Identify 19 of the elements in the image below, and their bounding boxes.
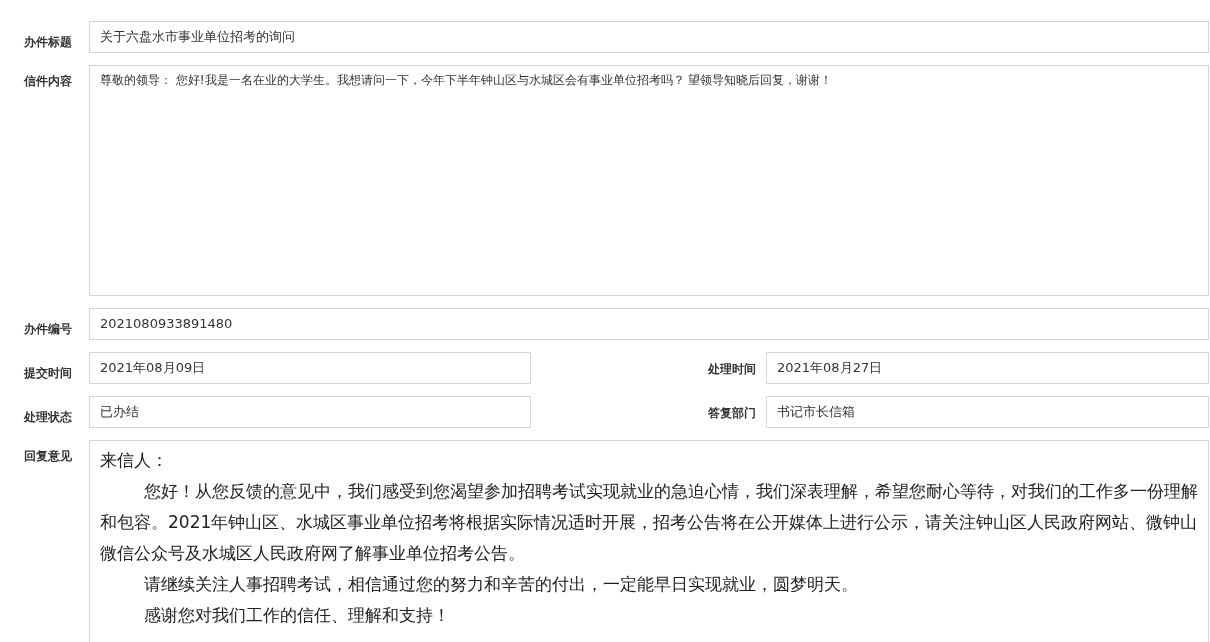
text-field[interactable]: 关于六盘水市事业单位招考的询问 [89, 21, 1209, 53]
reply-paragraph: 您好！从您反馈的意见中，我们感受到您渴望参加招聘考试实现就业的急迫心情，我们深表理解，希望您耐心等待，对我们的工作多一份理解和包容。2021年钟山区、水城区事业单位招考将根据实际情况适时开展，招考公告将在公开媒体上进行公示，请关注钟山区人民政府网站、微钟山微信公众号及水城区人民政府网了解事业单位招考公告。 [100, 480, 1200, 565]
field-label: 回复意见 [24, 449, 72, 463]
field-label: 办件标题 [24, 35, 72, 49]
text-field[interactable]: 2021年08月09日 [89, 352, 531, 384]
letter-textarea[interactable]: 尊敬的领导： 您好!我是一名在业的大学生。我想请问一下，今年下半年钟山区与水城区会有事业单位招考吗？ 望领导知晓后回复，谢谢！ [89, 65, 1209, 296]
field-label: 答复部门 [708, 405, 756, 422]
text-field[interactable]: 2021年08月27日 [766, 352, 1209, 384]
text-field[interactable]: 已办结 [89, 396, 531, 428]
reply-paragraph: 来信人： [100, 449, 169, 472]
field-label: 办件编号 [24, 322, 72, 336]
reply-paragraph: 感谢您对我们工作的信任、理解和支持！ [143, 604, 452, 627]
reply-paragraph: 请继续关注人事招聘考试，相信通过您的努力和辛苦的付出，一定能早日实现就业，圆梦明天。 [143, 573, 860, 596]
field-label: 信件内容 [24, 74, 72, 88]
field-label: 处理状态 [24, 410, 72, 424]
field-label: 处理时间 [708, 361, 756, 378]
field-label: 提交时间 [24, 366, 72, 380]
text-field[interactable]: 2021080933891480 [89, 308, 1209, 340]
text-field[interactable]: 书记市长信箱 [766, 396, 1209, 428]
